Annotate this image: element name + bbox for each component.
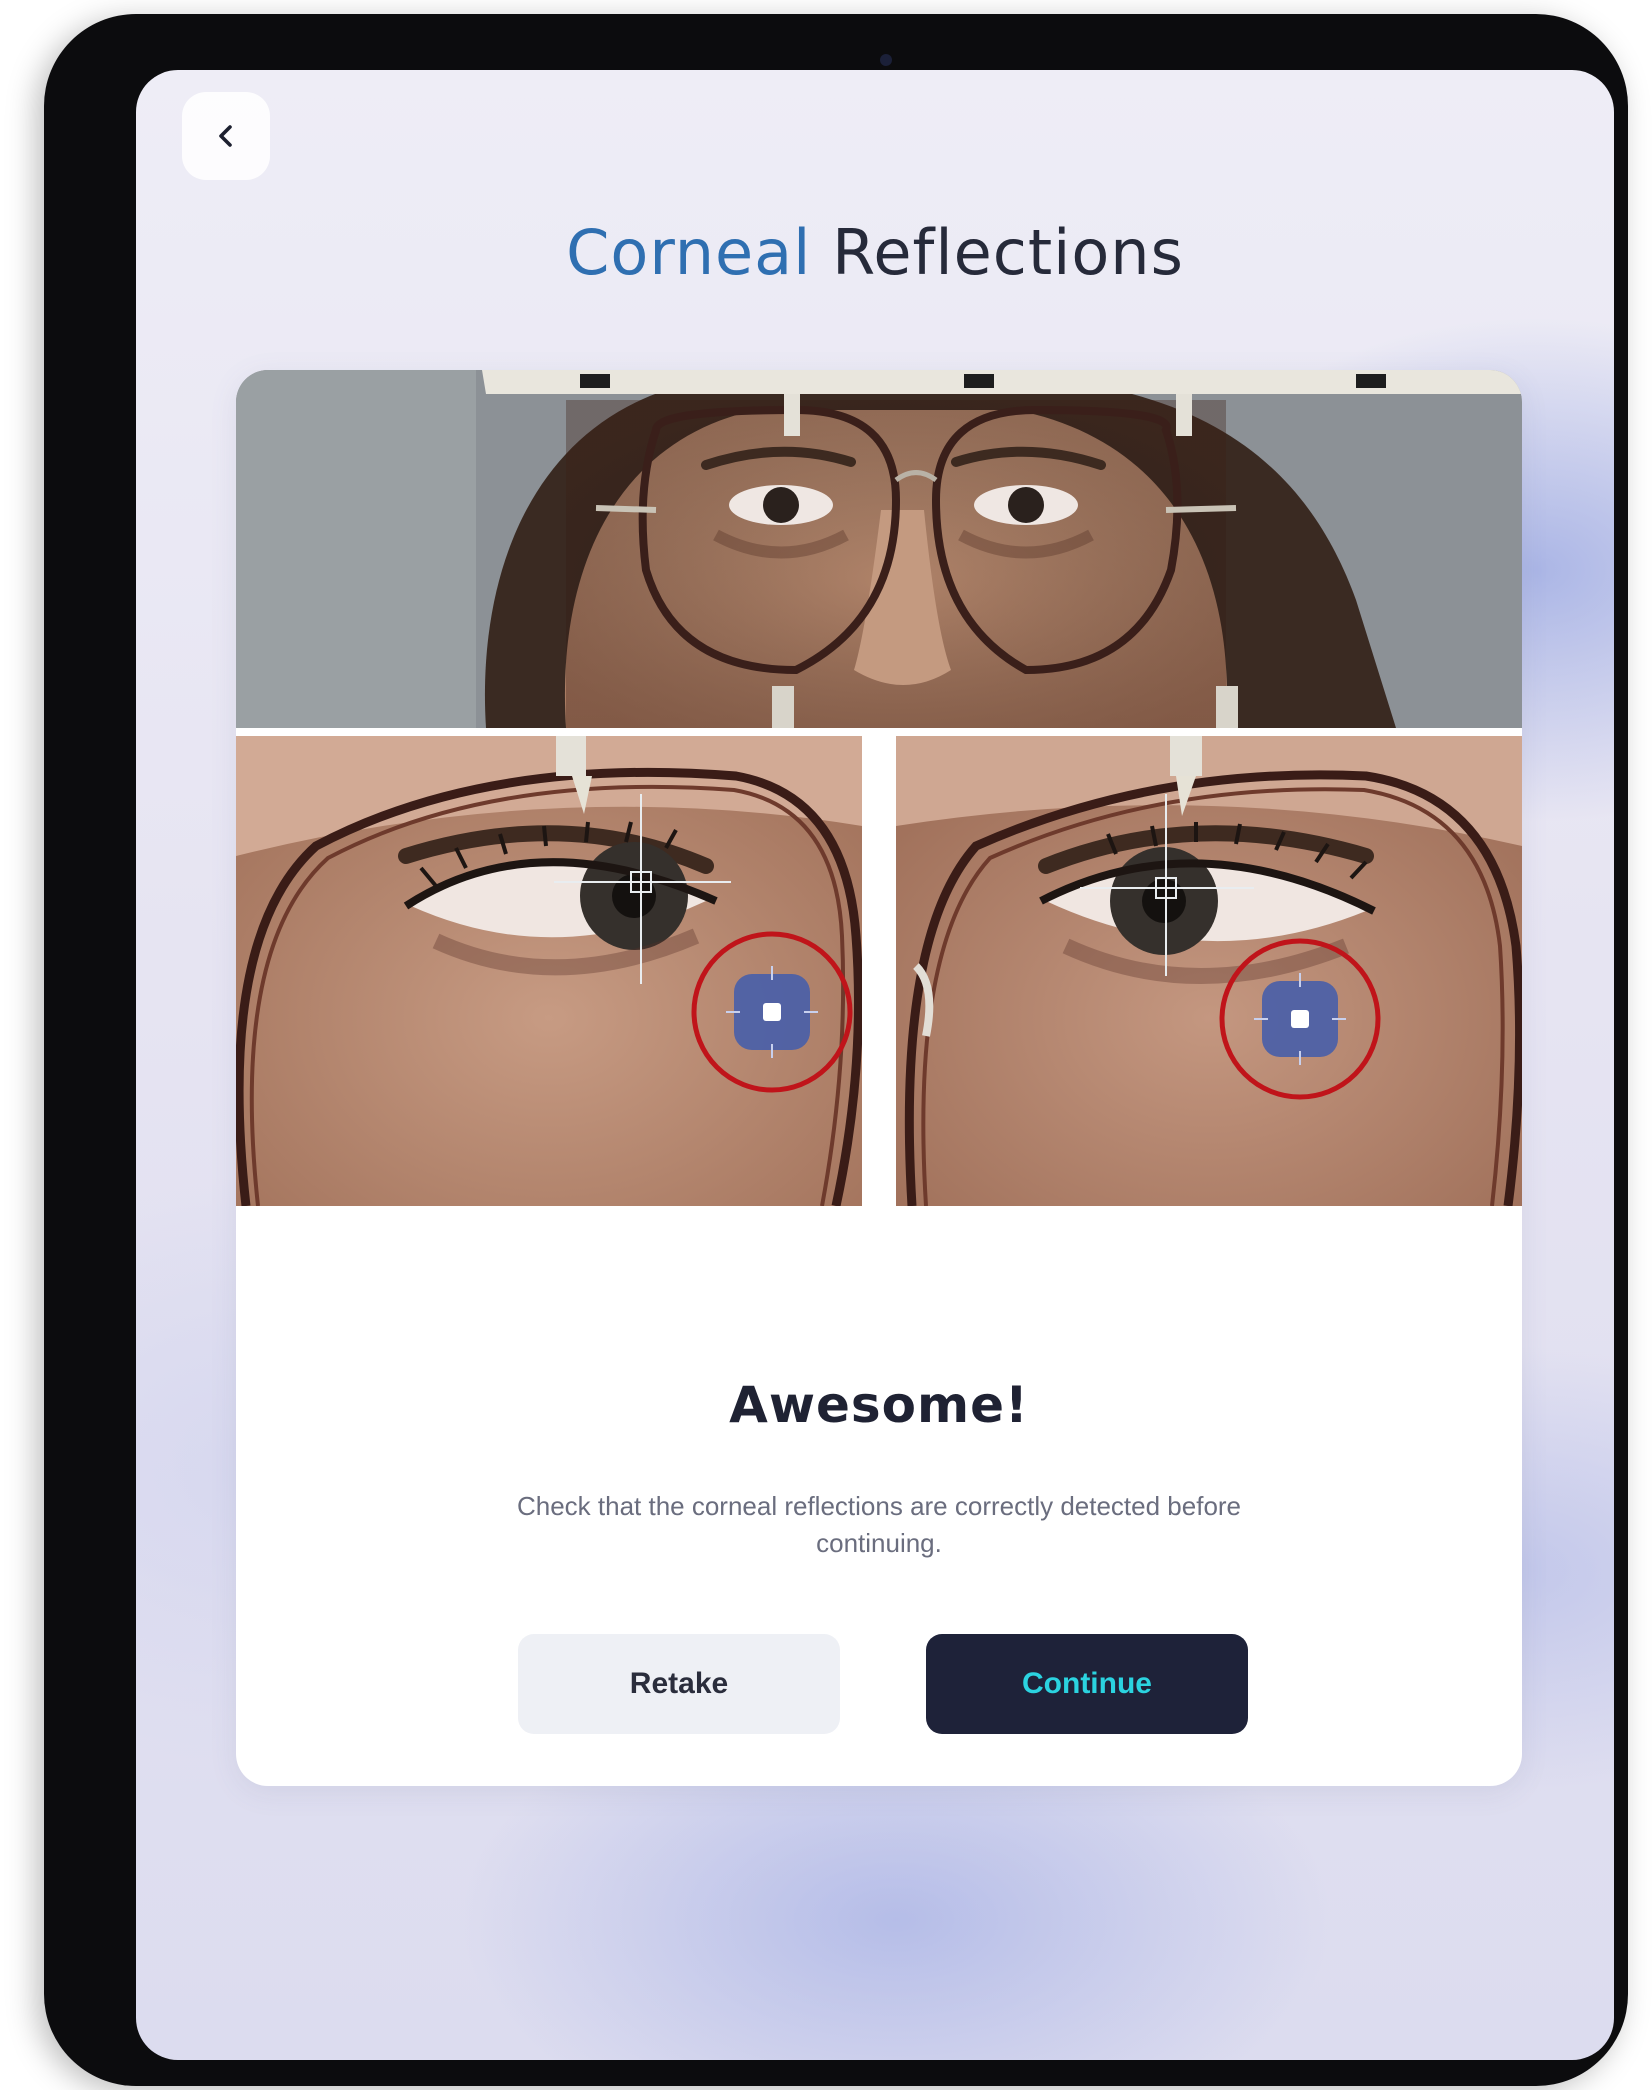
- page-title-rest: Reflections: [811, 216, 1184, 289]
- back-button[interactable]: [182, 92, 270, 180]
- retake-button[interactable]: Retake: [518, 1634, 840, 1734]
- front-camera: [880, 54, 892, 66]
- left-eye-capture-photo: [236, 736, 862, 1206]
- page-title-accent: Corneal: [566, 216, 812, 289]
- capture-result-card: Awesome! Check that the corneal reflecti…: [236, 370, 1522, 1786]
- right-eye-capture-photo: [896, 736, 1522, 1206]
- tablet-frame: Corneal Reflections Awesome! Check that …: [44, 14, 1628, 2086]
- continue-button[interactable]: Continue: [926, 1634, 1248, 1734]
- face-capture-photo: [236, 370, 1522, 728]
- page-title: Corneal Reflections: [136, 222, 1614, 284]
- result-headline: Awesome!: [729, 1376, 1029, 1434]
- app-screen: Corneal Reflections Awesome! Check that …: [136, 70, 1614, 2060]
- chevron-left-icon: [219, 125, 232, 147]
- result-message: Check that the corneal reflections are c…: [516, 1491, 1242, 1558]
